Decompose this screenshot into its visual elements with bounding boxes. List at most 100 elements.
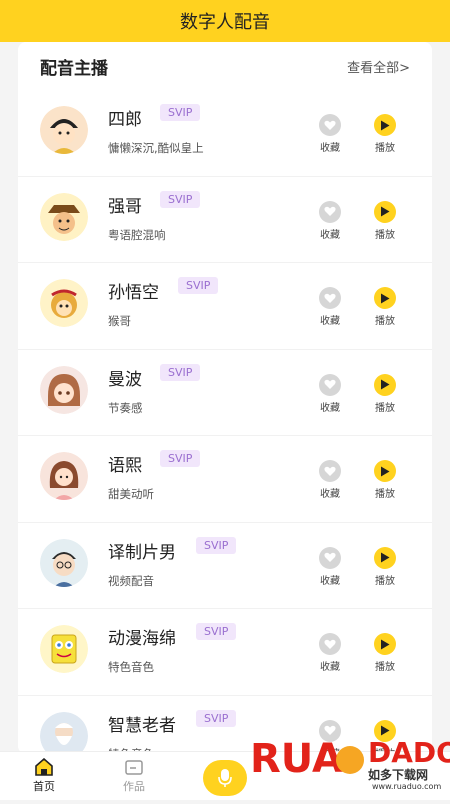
play-label: 播放 xyxy=(375,143,395,154)
microphone-icon xyxy=(218,769,232,787)
favorite-button[interactable]: 收藏 xyxy=(310,287,350,327)
tab-works-label: 作品 xyxy=(123,780,145,793)
anchor-name: 语熙 xyxy=(108,456,142,476)
play-icon xyxy=(374,373,396,396)
play-label: 播放 xyxy=(375,402,395,414)
play-icon xyxy=(374,460,396,482)
watermark-logo: RUA DADO 如多下载网 www.ruaduo.com xyxy=(250,720,450,800)
svip-badge: SVIP xyxy=(178,277,219,294)
play-label: 播放 xyxy=(375,575,395,587)
section-title: 配音主播 xyxy=(40,58,108,79)
svip-badge: SVIP xyxy=(196,709,237,727)
play-button[interactable]: 播放 xyxy=(365,373,405,414)
play-icon xyxy=(374,546,396,569)
card-header: 配音主播 查看全部> xyxy=(18,42,432,90)
list-item[interactable]: 孙悟空 SVIP 猴哥 收藏 播放 xyxy=(18,263,432,350)
home-icon xyxy=(34,757,54,776)
list-item[interactable]: 强哥 SVIP 粤语腔混响 收藏 播放 xyxy=(18,177,432,263)
folder-icon xyxy=(124,758,144,776)
play-button[interactable]: 播放 xyxy=(365,633,405,673)
svg-text:RUA: RUA xyxy=(250,736,343,782)
svip-badge: SVIP xyxy=(160,450,201,467)
list-item[interactable]: 动漫海绵 SVIP 特色音色 收藏 播放 xyxy=(18,609,432,696)
favorite-label: 收藏 xyxy=(320,662,340,673)
play-button[interactable]: 播放 xyxy=(365,200,405,241)
play-label: 播放 xyxy=(375,229,395,241)
favorite-button[interactable]: 收藏 xyxy=(310,633,350,673)
list-item[interactable]: 曼波 SVIP 节奏感 收藏 播放 xyxy=(18,350,432,436)
anchor-name: 孙悟空 xyxy=(108,283,159,303)
favorite-label: 收藏 xyxy=(320,229,340,241)
favorite-label: 收藏 xyxy=(320,316,340,327)
anchor-description: 猴哥 xyxy=(108,314,131,328)
heart-icon xyxy=(319,546,341,569)
play-icon xyxy=(374,633,396,655)
favorite-button[interactable]: 收藏 xyxy=(310,546,350,587)
girl-avatar-icon xyxy=(40,365,88,414)
watermark-url: www.ruaduo.com xyxy=(372,782,442,791)
anchor-description: 甜美动听 xyxy=(108,487,154,501)
heart-icon xyxy=(319,287,341,309)
anchor-description: 粤语腔混响 xyxy=(108,227,166,242)
tab-works[interactable]: 作品 xyxy=(104,758,164,794)
play-label: 播放 xyxy=(375,316,395,327)
favorite-label: 收藏 xyxy=(320,402,340,414)
tab-home[interactable]: 首页 xyxy=(14,757,74,794)
play-icon xyxy=(374,287,396,309)
heart-icon xyxy=(319,114,341,136)
list-item[interactable]: 译制片男 SVIP 视频配音 收藏 播放 xyxy=(18,523,432,609)
anchor-name: 智慧老者 xyxy=(108,715,176,736)
sponge-avatar-icon xyxy=(40,625,88,673)
woman-avatar-icon xyxy=(40,452,88,500)
play-label: 播放 xyxy=(375,489,395,500)
play-button[interactable]: 播放 xyxy=(365,546,405,587)
favorite-button[interactable]: 收藏 xyxy=(310,373,350,414)
play-button[interactable]: 播放 xyxy=(365,114,405,154)
monkey-king-avatar-icon xyxy=(40,279,88,327)
anchor-description: 节奏感 xyxy=(108,400,143,415)
heart-icon xyxy=(319,460,341,482)
heart-icon xyxy=(319,633,341,655)
anchor-description: 特色音色 xyxy=(108,660,154,674)
svip-badge: SVIP xyxy=(160,104,201,121)
play-button[interactable]: 播放 xyxy=(365,287,405,327)
anchor-name: 动漫海绵 xyxy=(108,629,176,649)
svip-badge: SVIP xyxy=(196,623,237,640)
anchor-name: 译制片男 xyxy=(108,542,176,563)
favorite-button[interactable]: 收藏 xyxy=(310,200,350,241)
svip-badge: SVIP xyxy=(160,190,201,208)
view-all-link[interactable]: 查看全部> xyxy=(347,57,410,76)
favorite-button[interactable]: 收藏 xyxy=(310,114,350,154)
emperor-avatar-icon xyxy=(40,106,88,154)
anchor-name: 强哥 xyxy=(108,196,142,217)
favorite-label: 收藏 xyxy=(320,143,340,154)
play-icon xyxy=(374,200,396,223)
favorite-label: 收藏 xyxy=(320,575,340,587)
anchor-description: 慵懒深沉,酷似皇上 xyxy=(108,141,204,155)
list-item[interactable]: 语熙 SVIP 甜美动听 收藏 播放 xyxy=(18,436,432,523)
man-hat-avatar-icon xyxy=(40,192,88,241)
anchors-card: 配音主播 查看全部> 四郎 SVIP 慵懒深沉,酷似皇上 收藏 播放 强哥 SV… xyxy=(18,42,432,754)
man-glasses-avatar-icon xyxy=(40,538,88,587)
anchor-list: 四郎 SVIP 慵懒深沉,酷似皇上 收藏 播放 强哥 SVIP 粤语腔混响 收藏 xyxy=(18,90,432,754)
anchor-description: 视频配音 xyxy=(108,573,154,588)
top-bar: 数字人配音 xyxy=(0,0,450,42)
play-label: 播放 xyxy=(375,662,395,673)
anchor-name: 四郎 xyxy=(108,110,142,130)
list-item[interactable]: 四郎 SVIP 慵懒深沉,酷似皇上 收藏 播放 xyxy=(18,90,432,177)
page-title: 数字人配音 xyxy=(180,12,270,33)
favorite-label: 收藏 xyxy=(320,489,340,500)
svg-text:DADO: DADO xyxy=(368,736,450,769)
old-man-avatar-icon xyxy=(40,711,88,754)
play-button[interactable]: 播放 xyxy=(365,460,405,500)
watermark-cn: 如多下载网 xyxy=(368,768,429,782)
favorite-button[interactable]: 收藏 xyxy=(310,460,350,500)
heart-icon xyxy=(319,200,341,223)
tab-home-label: 首页 xyxy=(33,780,55,793)
play-icon xyxy=(374,114,396,136)
record-button[interactable] xyxy=(203,760,247,796)
svip-badge: SVIP xyxy=(196,536,237,554)
heart-icon xyxy=(319,373,341,396)
svip-badge: SVIP xyxy=(160,363,201,381)
anchor-name: 曼波 xyxy=(108,369,142,390)
